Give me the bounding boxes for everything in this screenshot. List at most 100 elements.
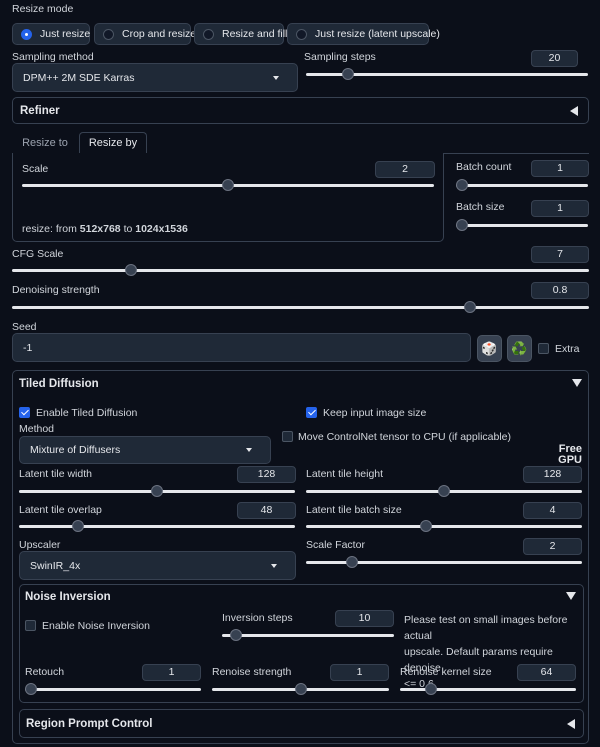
scale-factor-label: Scale Factor (306, 539, 365, 551)
slider-thumb[interactable] (151, 485, 163, 497)
radio-resize-and-fill[interactable]: Resize and fill (194, 23, 288, 45)
dice-icon[interactable]: 🎲 (477, 335, 502, 362)
tile-overlap-label: Latent tile overlap (19, 504, 102, 516)
radio-just-resize-latent[interactable]: Just resize (latent upscale) (287, 23, 440, 45)
resize-info-text: resize: from 512x768 to 1024x1536 (22, 223, 188, 235)
denoising-input[interactable]: 0.8 (531, 282, 589, 299)
denoising-slider[interactable] (12, 301, 589, 313)
seed-input[interactable]: -1 (12, 333, 471, 362)
slider-thumb[interactable] (456, 219, 468, 231)
noise-inversion-title[interactable]: Noise Inversion (25, 591, 111, 603)
cfg-scale-slider[interactable] (12, 264, 589, 276)
recycle-icon[interactable]: ♻️ (507, 335, 532, 362)
renoise-strength-input[interactable]: 1 (330, 664, 389, 681)
slider-thumb[interactable] (345, 556, 358, 568)
radio-crop-and-resize[interactable]: Crop and resize (94, 23, 196, 45)
seed-value: -1 (23, 341, 33, 354)
slider-thumb[interactable] (25, 683, 37, 695)
upscaler-dropdown[interactable]: SwinIR_4x (19, 551, 296, 580)
scale-input[interactable]: 2 (375, 161, 435, 178)
expand-arrow-icon[interactable] (566, 592, 576, 600)
batch-count-label: Batch count (456, 161, 512, 173)
region-prompt-accordion[interactable]: Region Prompt Control (19, 709, 584, 738)
collapse-arrow-icon[interactable] (567, 719, 575, 729)
inversion-steps-input[interactable]: 10 (335, 610, 394, 627)
sampling-method-label: Sampling method (12, 51, 94, 63)
tiled-diffusion-title[interactable]: Tiled Diffusion (19, 378, 99, 390)
slider-thumb[interactable] (71, 520, 84, 532)
chevron-down-icon (273, 75, 279, 80)
scale-factor-input[interactable]: 2 (523, 538, 582, 555)
note-line: Please test on small images before actua… (404, 614, 568, 642)
collapse-arrow-icon[interactable] (570, 106, 578, 116)
slider-thumb[interactable] (456, 179, 468, 191)
tile-height-slider[interactable] (306, 485, 582, 497)
free-gpu-button[interactable]: Free GPU (552, 444, 582, 466)
cfg-scale-input[interactable]: 7 (531, 246, 589, 263)
enable-tiled-diffusion-checkbox[interactable] (19, 407, 30, 418)
method-label: Method (19, 423, 55, 435)
slider-track (12, 269, 589, 272)
tile-width-input[interactable]: 128 (237, 466, 296, 483)
tab-resize-by[interactable]: Resize by (79, 132, 147, 154)
retouch-input[interactable]: 1 (142, 664, 201, 681)
scale-factor-slider[interactable] (306, 556, 582, 568)
move-controlnet-checkbox[interactable] (282, 431, 293, 442)
slider-thumb[interactable] (230, 629, 242, 641)
inversion-steps-label: Inversion steps (222, 612, 293, 624)
tile-overlap-input[interactable]: 48 (237, 502, 296, 519)
retouch-slider[interactable] (25, 683, 201, 695)
radio-dot (296, 28, 307, 40)
enable-noise-inversion-label: Enable Noise Inversion (42, 620, 150, 632)
sampling-steps-input[interactable]: 20 (531, 50, 578, 67)
keep-input-size-checkbox[interactable] (306, 407, 317, 418)
slider-thumb[interactable] (341, 68, 354, 80)
expand-arrow-icon[interactable] (572, 379, 582, 387)
refiner-title: Refiner (20, 105, 60, 117)
slider-thumb[interactable] (438, 485, 450, 497)
batch-count-slider[interactable] (456, 179, 588, 191)
tile-height-input[interactable]: 128 (523, 466, 582, 483)
slider-thumb[interactable] (424, 683, 437, 695)
sampling-steps-slider[interactable] (306, 68, 588, 80)
slider-thumb[interactable] (125, 264, 137, 276)
tile-height-label: Latent tile height (306, 468, 384, 480)
tile-overlap-slider[interactable] (19, 520, 295, 532)
renoise-strength-label: Renoise strength (212, 666, 292, 678)
radio-dot (103, 28, 114, 40)
tile-batch-label: Latent tile batch size (306, 504, 402, 516)
tile-width-slider[interactable] (19, 485, 295, 497)
slider-thumb[interactable] (294, 683, 307, 695)
extra-label: Extra (555, 343, 580, 355)
radio-just-resize[interactable]: Just resize (12, 23, 90, 45)
batch-size-input[interactable]: 1 (531, 200, 589, 217)
tab-resize-to[interactable]: Resize to (14, 133, 76, 153)
free-gpu-line2: GPU (558, 454, 582, 466)
batch-size-slider[interactable] (456, 219, 588, 231)
slider-track (12, 306, 589, 309)
inversion-steps-slider[interactable] (222, 629, 394, 641)
sampling-method-dropdown[interactable]: DPM++ 2M SDE Karras (12, 63, 298, 92)
slider-track (456, 224, 588, 227)
slider-thumb[interactable] (222, 179, 234, 191)
move-controlnet-label: Move ControlNet tensor to CPU (if applic… (298, 431, 512, 443)
radio-label: Crop and resize (122, 28, 197, 40)
keep-input-size-label: Keep input image size (323, 407, 427, 419)
region-prompt-title: Region Prompt Control (26, 718, 153, 730)
renoise-kernel-slider[interactable] (400, 683, 576, 695)
renoise-kernel-input[interactable]: 64 (517, 664, 576, 681)
scale-slider[interactable] (22, 179, 434, 191)
slider-thumb[interactable] (419, 520, 432, 532)
renoise-strength-slider[interactable] (212, 683, 389, 695)
refiner-accordion[interactable]: Refiner (12, 97, 589, 124)
radio-label: Just resize (latent upscale) (315, 28, 440, 40)
method-dropdown[interactable]: Mixture of Diffusers (19, 436, 271, 464)
slider-thumb[interactable] (464, 301, 476, 313)
batch-count-input[interactable]: 1 (531, 160, 589, 177)
extra-checkbox[interactable] (538, 343, 549, 354)
radio-label: Resize and fill (222, 28, 288, 40)
tile-batch-slider[interactable] (306, 520, 582, 532)
enable-noise-inversion-checkbox[interactable] (25, 620, 36, 631)
tile-batch-input[interactable]: 4 (523, 502, 582, 519)
radio-dot (21, 28, 32, 40)
